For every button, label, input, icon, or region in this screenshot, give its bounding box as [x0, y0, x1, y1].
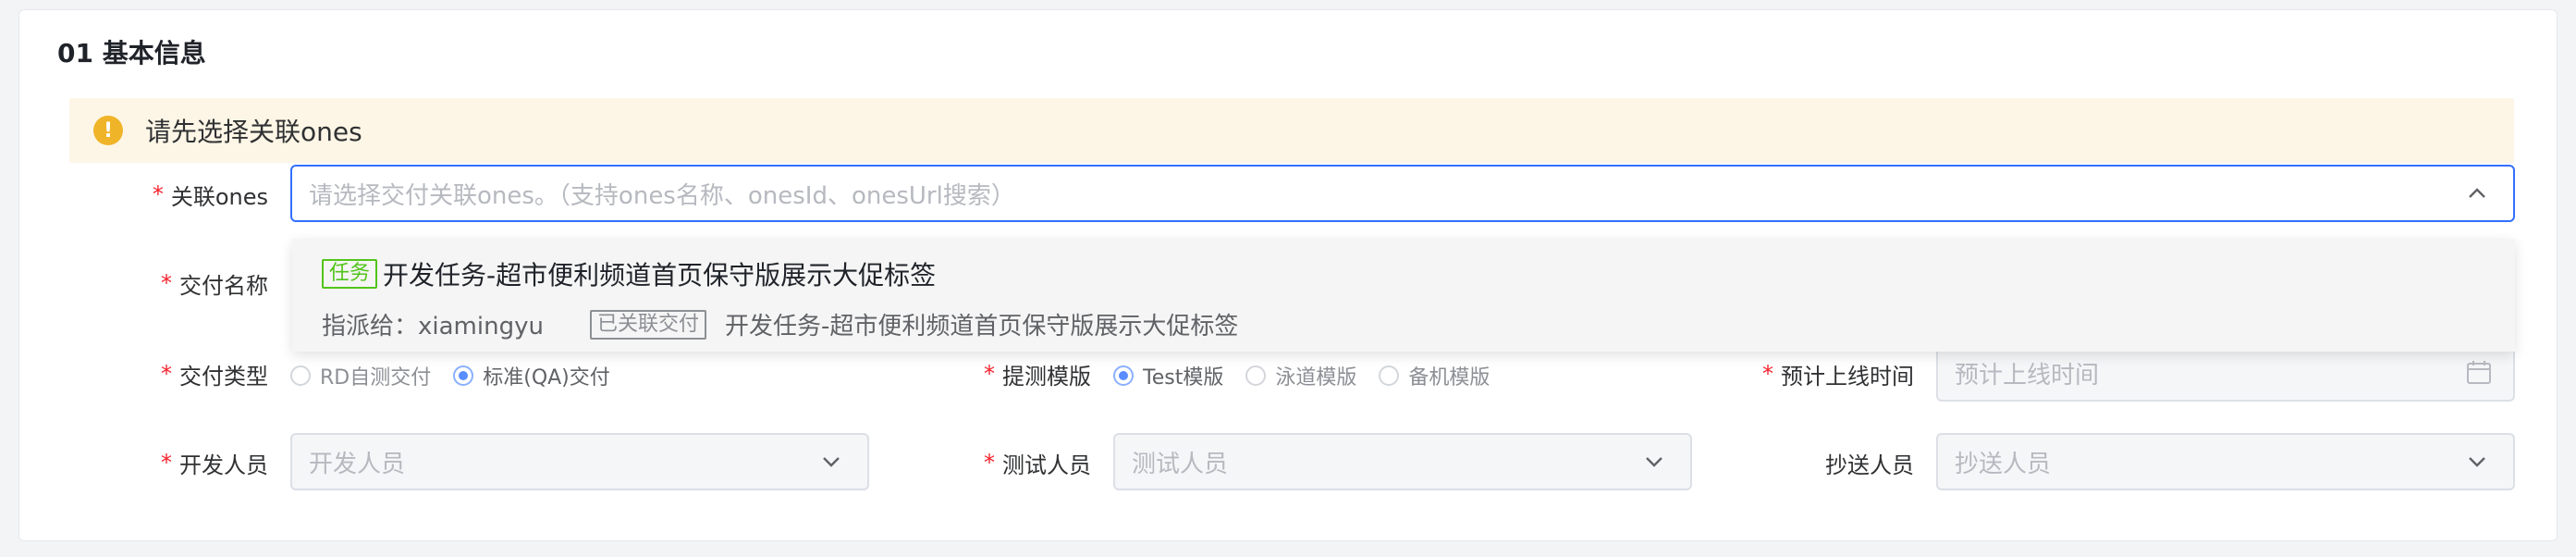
developer-label: * 开发人员 [111, 444, 268, 481]
ones-label-text: 关联ones [170, 183, 268, 210]
delivery-name-label: * 交付名称 [111, 265, 268, 302]
test-template-label: * 提测模版 [925, 355, 1091, 392]
cc-label-text: 抄送人员 [1825, 452, 1914, 478]
option-title-row: 任务 开发任务-超市便利频道首页保守版展示大促标签 [322, 255, 936, 292]
linked-title: 开发任务-超市便利频道首页保守版展示大促标签 [724, 313, 1239, 340]
test-template-radio-group: Test模版 泳道模版 备机模版 [1113, 357, 1512, 394]
ones-dropdown: 任务 开发任务-超市便利频道首页保守版展示大促标签 指派给：xiamingyu … [292, 239, 2515, 352]
tester-placeholder: 测试人员 [1132, 450, 1229, 478]
alert-text: 请先选择关联ones [145, 117, 362, 147]
option-assignee: 指派给：xiamingyu [322, 313, 544, 340]
required-mark: * [984, 361, 995, 387]
test-template-label-text: 提测模版 [1002, 363, 1091, 390]
delivery-type-radio-group: RD自测交付 标准(QA)交付 [290, 357, 632, 394]
required-mark: * [161, 270, 172, 296]
launch-time-label-text: 预计上线时间 [1781, 363, 1914, 390]
section-title: 01 基本信息 [57, 38, 206, 68]
dropdown-option[interactable]: 任务 开发任务-超市便利频道首页保守版展示大促标签 指派给：xiamingyu … [292, 239, 2515, 352]
cc-label: 抄送人员 [1720, 444, 1914, 481]
option-meta-row: 指派给：xiamingyu 已关联交付 开发任务-超市便利频道首页保守版展示大促… [322, 307, 1238, 341]
developer-select[interactable]: 开发人员 [290, 433, 869, 490]
ones-select[interactable]: 请选择交付关联ones。（支持ones名称、onesId、onesUrl搜索） [290, 165, 2515, 222]
chevron-down-icon[interactable] [816, 446, 847, 477]
delivery-type-label: * 交付类型 [111, 355, 268, 392]
radio-label: Test模版 [1143, 366, 1224, 390]
required-mark: * [161, 361, 172, 387]
delivery-name-label-text: 交付名称 [179, 272, 268, 299]
radio-rd-self-test[interactable]: RD自测交付 [290, 361, 431, 390]
required-mark: * [984, 450, 995, 476]
warning-alert: ! 请先选择关联ones [69, 98, 2514, 163]
developer-label-text: 开发人员 [179, 452, 268, 478]
radio-lane-template[interactable]: 泳道模版 [1245, 361, 1356, 390]
warning-circle-icon: ! [93, 116, 123, 145]
radio-checked-icon[interactable] [1113, 365, 1134, 386]
ones-label: * 关联ones [111, 176, 268, 213]
cc-select[interactable]: 抄送人员 [1936, 433, 2515, 490]
required-mark: * [152, 181, 164, 207]
radio-circle-icon[interactable] [290, 365, 311, 386]
chevron-up-icon[interactable] [2461, 178, 2493, 209]
launch-time-placeholder: 预计上线时间 [1955, 361, 2100, 390]
radio-standby-template[interactable]: 备机模版 [1379, 361, 1490, 390]
chevron-down-icon[interactable] [1638, 446, 1670, 477]
tester-label-text: 测试人员 [1002, 452, 1091, 478]
cc-placeholder: 抄送人员 [1955, 450, 2052, 478]
radio-test-template[interactable]: Test模版 [1113, 361, 1223, 390]
radio-checked-icon[interactable] [453, 365, 474, 386]
radio-label: 标准(QA)交付 [483, 366, 610, 390]
tester-label: * 测试人员 [925, 444, 1091, 481]
ones-placeholder: 请选择交付关联ones。（支持ones名称、onesId、onesUrl搜索） [309, 181, 1015, 210]
task-tag: 任务 [322, 259, 378, 289]
required-mark: * [161, 450, 172, 476]
option-title: 开发任务-超市便利频道首页保守版展示大促标签 [383, 260, 937, 291]
required-mark: * [1762, 361, 1773, 387]
calendar-icon[interactable] [2465, 359, 2493, 387]
chevron-down-icon[interactable] [2461, 446, 2493, 477]
launch-time-label: * 预计上线时间 [1720, 355, 1914, 392]
radio-label: 泳道模版 [1275, 366, 1357, 390]
radio-circle-icon[interactable] [1245, 365, 1267, 386]
radio-label: RD自测交付 [320, 366, 432, 390]
radio-standard-qa[interactable]: 标准(QA)交付 [453, 361, 610, 390]
tester-select[interactable]: 测试人员 [1113, 433, 1692, 490]
radio-circle-icon[interactable] [1379, 365, 1400, 386]
launch-time-picker[interactable]: 预计上线时间 [1936, 344, 2515, 402]
radio-label: 备机模版 [1408, 366, 1490, 390]
linked-tag: 已关联交付 [589, 309, 706, 340]
developer-placeholder: 开发人员 [309, 450, 406, 478]
delivery-type-label-text: 交付类型 [179, 363, 268, 390]
